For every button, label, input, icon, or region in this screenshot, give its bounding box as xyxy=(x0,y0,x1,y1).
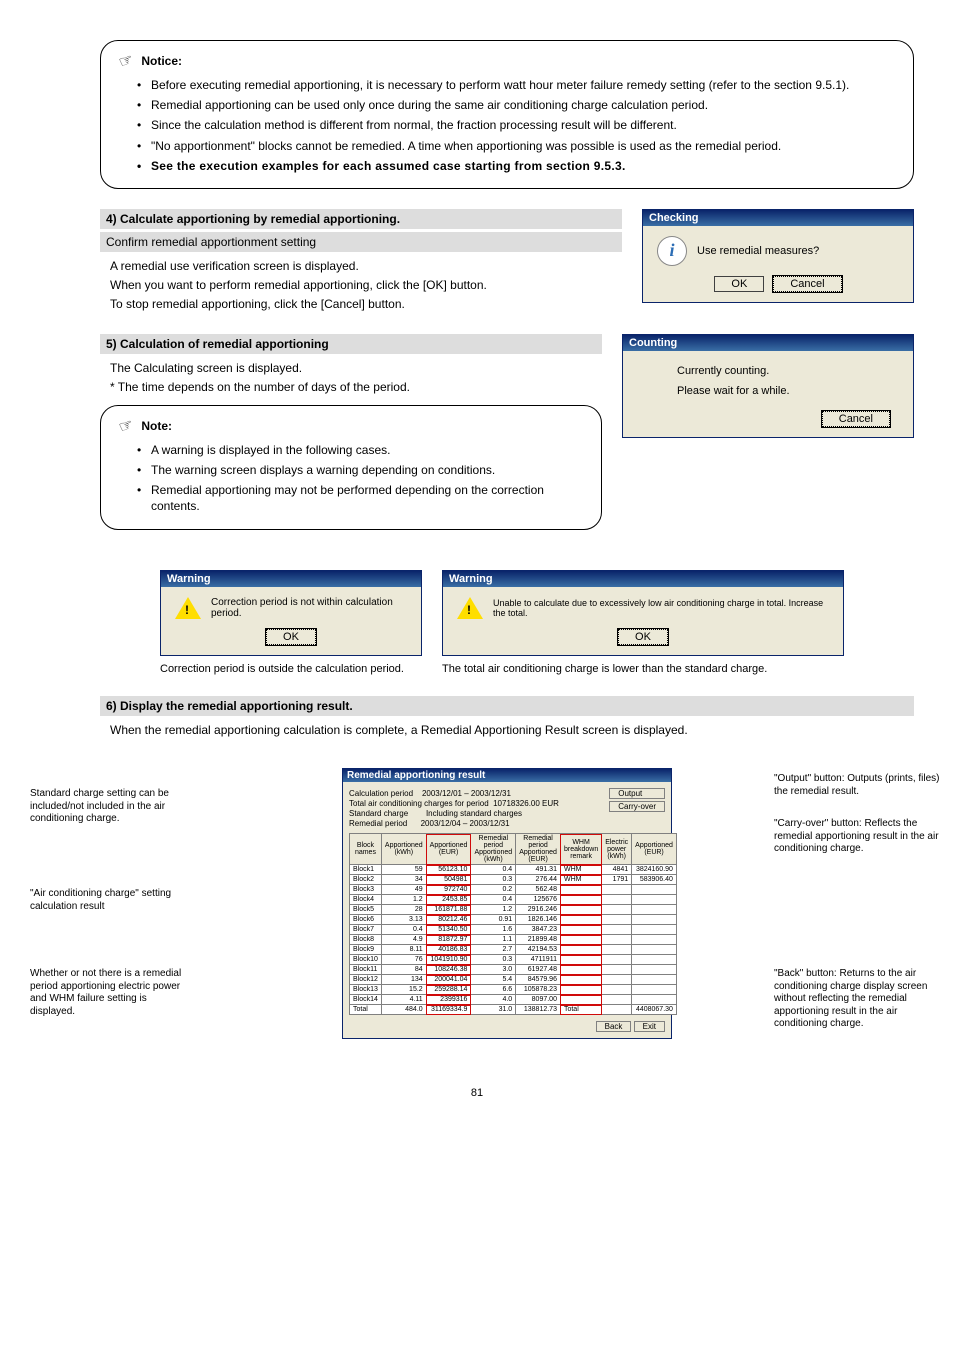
meta-value: 2003/12/01 – 2003/12/31 xyxy=(422,789,511,798)
notice-heading: Notice: xyxy=(141,54,182,68)
body-text: To stop remedial apportioning, click the… xyxy=(110,296,622,312)
ok-button[interactable]: OK xyxy=(266,629,316,645)
col-header: Apportioned (EUR) xyxy=(632,834,677,865)
notice-list: Before executing remedial apportioning, … xyxy=(137,77,895,174)
table-row: Block63.1380212.460.911826.146 xyxy=(350,915,677,925)
hand-icon: ☞ xyxy=(116,49,136,73)
checking-dialog: Checking i Use remedial measures? OK Can… xyxy=(642,209,914,303)
annotation: "Output" button: Outputs (prints, files)… xyxy=(774,773,944,798)
total-cell: 4408067.30 xyxy=(632,1005,677,1015)
step5-header: 5) Calculation of remedial apportioning xyxy=(100,334,602,354)
annotation: "Back" button: Returns to the air condit… xyxy=(774,968,944,1031)
annotation: Standard charge setting can be included/… xyxy=(30,788,190,826)
step4-sub: Confirm remedial apportionment setting xyxy=(100,232,622,252)
total-label: Total xyxy=(560,1005,601,1015)
warning-dialog-2: Warning Unable to calculate due to exces… xyxy=(442,570,844,656)
hand-icon: ☞ xyxy=(116,414,136,438)
col-header: Remedial period Apportioned (kWh) xyxy=(471,834,516,865)
table-row: Block15956123.100.4491.31WHM48413824160.… xyxy=(350,865,677,875)
annotation: Whether or not there is a remedial perio… xyxy=(30,968,190,1018)
dialog-title: Warning xyxy=(161,571,421,587)
total-label: Total xyxy=(350,1005,382,1015)
meta-value: Including standard charges xyxy=(426,809,522,818)
body-text: A remedial use verification screen is di… xyxy=(110,258,622,274)
page-number: 81 xyxy=(471,1087,483,1099)
dialog-message: Unable to calculate due to excessively l… xyxy=(493,598,829,618)
total-cell: 31169334.9 xyxy=(426,1005,471,1015)
table-row: Block84.981872.971.121899.48 xyxy=(350,935,677,945)
warning-icon xyxy=(457,597,483,619)
table-row: Block3499727400.2562.48 xyxy=(350,885,677,895)
total-cell: 31.0 xyxy=(471,1005,516,1015)
dialog-line: Please wait for a while. xyxy=(677,385,899,397)
table-row: Block2345049810.3276.44WHM1791583906.40 xyxy=(350,875,677,885)
annotation: "Carry-over" button: Reflects the remedi… xyxy=(774,818,944,856)
meta-label: Standard charge xyxy=(349,809,408,818)
col-header: Remedial period Apportioned (EUR) xyxy=(516,834,561,865)
cancel-button[interactable]: Cancel xyxy=(773,276,841,292)
total-cell: 484.0 xyxy=(381,1005,426,1015)
dialog-message: Use remedial measures? xyxy=(697,245,819,257)
list-item: Since the calculation method is differen… xyxy=(137,117,895,133)
info-icon: i xyxy=(657,236,687,266)
counting-dialog: Counting Currently counting. Please wait… xyxy=(622,334,914,438)
warning-dialog-1: Warning Correction period is not within … xyxy=(160,570,422,656)
step4-header: 4) Calculate apportioning by remedial ap… xyxy=(100,209,622,229)
note-heading: Note: xyxy=(141,419,172,433)
table-row: Block12134200041.045.484579.96 xyxy=(350,975,677,985)
list-item: Remedial apportioning can be used only o… xyxy=(137,97,895,113)
list-item: Before executing remedial apportioning, … xyxy=(137,77,895,93)
table-row: Block528161871.881.22916.246 xyxy=(350,905,677,915)
output-button[interactable]: Output xyxy=(609,788,665,799)
step6-header: 6) Display the remedial apportioning res… xyxy=(100,696,914,716)
meta-value: 2003/12/04 – 2003/12/31 xyxy=(421,819,510,828)
exit-button[interactable]: Exit xyxy=(634,1021,665,1032)
body-text: When the remedial apportioning calculati… xyxy=(110,722,914,738)
dialog-title: Counting xyxy=(623,335,913,351)
table-row: Block1184108246.383.061927.48 xyxy=(350,965,677,975)
warning-caption: The total air conditioning charge is low… xyxy=(442,662,914,676)
dialog-message: Correction period is not within calculat… xyxy=(211,597,407,619)
dialog-line: Currently counting. xyxy=(677,365,899,377)
body-text: * The time depends on the number of days… xyxy=(110,379,602,395)
dialog-title: Warning xyxy=(443,571,843,587)
ok-button[interactable]: OK xyxy=(714,276,764,292)
table-row: Block41.22453.850.4125676 xyxy=(350,895,677,905)
dialog-title: Checking xyxy=(643,210,913,226)
body-text: The Calculating screen is displayed. xyxy=(110,360,602,376)
meta-label: Total air conditioning charges for perio… xyxy=(349,799,489,808)
body-text: When you want to perform remedial apport… xyxy=(110,277,622,293)
table-row: Block98.1140186.832.742194.53 xyxy=(350,945,677,955)
meta-label: Remedial period xyxy=(349,819,407,828)
table-row: Block70.451340.501.63847.23 xyxy=(350,925,677,935)
annotation: "Air conditioning charge" setting calcul… xyxy=(30,888,190,913)
carryover-button[interactable]: Carry-over xyxy=(609,801,665,812)
col-header: Apportioned (EUR) xyxy=(426,834,471,865)
cancel-button[interactable]: Cancel xyxy=(822,411,890,427)
meta-label: Calculation period xyxy=(349,789,413,798)
list-item: See the execution examples for each assu… xyxy=(137,158,895,174)
ok-button[interactable]: OK xyxy=(618,629,668,645)
list-item: Remedial apportioning may not be perform… xyxy=(137,482,583,514)
result-dialog: Remedial apportioning result Calculation… xyxy=(342,768,672,1039)
col-header: Block names xyxy=(350,834,382,865)
total-cell: 138812.73 xyxy=(516,1005,561,1015)
table-row: Block1315.2259288.146.6105878.23 xyxy=(350,985,677,995)
notice-box: ☞ Notice: Before executing remedial appor… xyxy=(100,40,914,189)
result-table: Block names Apportioned (kWh) Apportione… xyxy=(349,833,677,1015)
warning-caption: Correction period is outside the calcula… xyxy=(160,662,422,676)
table-row: Block144.1123993164.08097.00 xyxy=(350,995,677,1005)
meta-value: 10718326.00 EUR xyxy=(493,799,559,808)
col-header: Apportioned (kWh) xyxy=(381,834,426,865)
list-item: "No apportionment" blocks cannot be reme… xyxy=(137,138,895,154)
col-header: Electric power (kWh) xyxy=(602,834,632,865)
col-header: WHM breakdown remark xyxy=(560,834,601,865)
table-row: Block10761041910.900.34711911 xyxy=(350,955,677,965)
warning-icon xyxy=(175,597,201,619)
list-item: A warning is displayed in the following … xyxy=(137,442,583,458)
dialog-title: Remedial apportioning result xyxy=(343,769,671,782)
list-item: The warning screen displays a warning de… xyxy=(137,462,583,478)
back-button[interactable]: Back xyxy=(596,1021,632,1032)
